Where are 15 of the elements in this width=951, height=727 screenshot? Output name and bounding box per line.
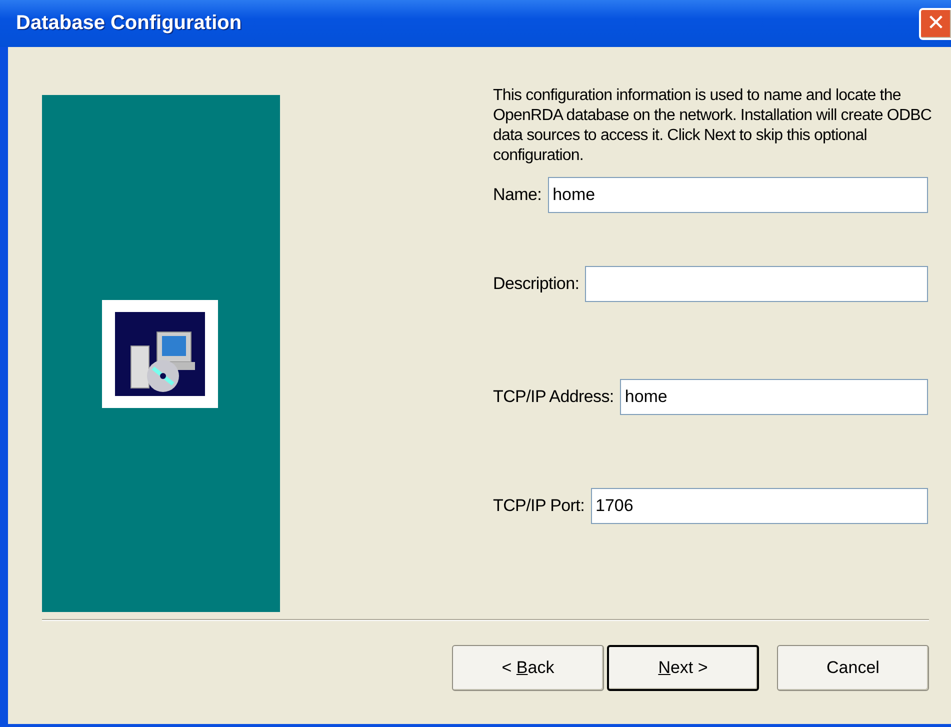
text-field[interactable]: home	[548, 177, 928, 213]
next-button[interactable]: Next >	[607, 645, 759, 691]
close-button[interactable]: ✕	[919, 8, 951, 40]
field-label: TCP/IP Port:	[493, 496, 585, 516]
field-label: TCP/IP Address:	[493, 387, 614, 407]
text-field[interactable]	[585, 266, 928, 302]
description-text: This configuration information is used to name and locate the OpenRDA database on the network. Installation will create ODBC data sources to access it. Click Next to skip this optional configuration.	[493, 86, 933, 166]
text-field[interactable]: 1706	[590, 488, 928, 524]
cancel-button[interactable]: Cancel	[777, 645, 929, 691]
back-button[interactable]: < Back	[452, 645, 604, 691]
text-field[interactable]: home	[620, 379, 928, 415]
field-label: Name:	[493, 185, 542, 205]
window-title: Database Configuration	[16, 12, 242, 35]
installer-icon	[102, 300, 218, 408]
field-label: Description:	[493, 274, 580, 294]
